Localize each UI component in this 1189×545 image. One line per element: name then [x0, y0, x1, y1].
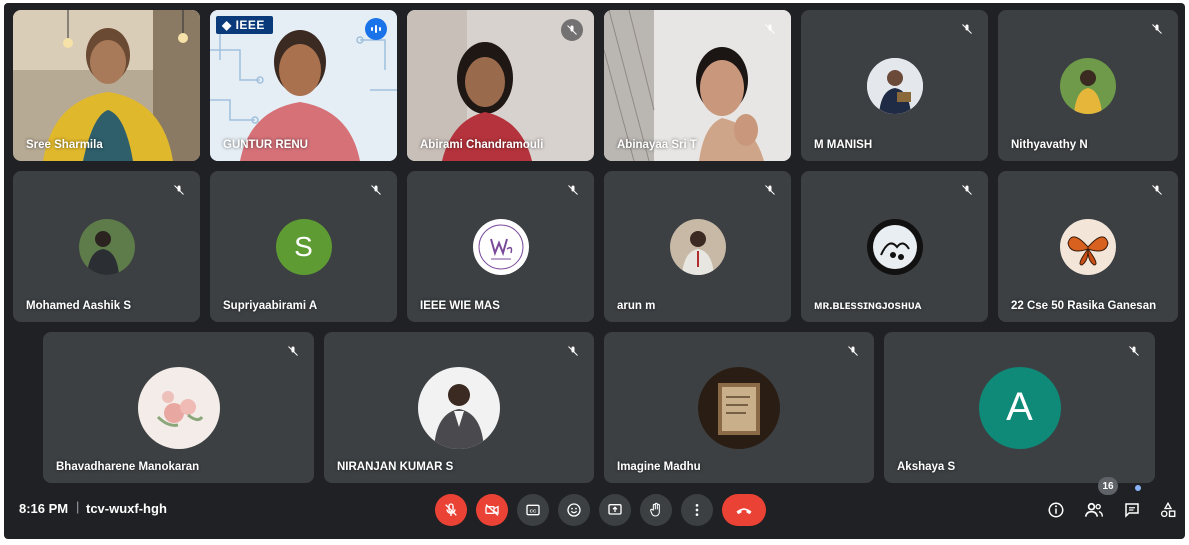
captions-icon: CC	[526, 504, 540, 516]
mic-muted-icon	[561, 19, 583, 41]
mic-muted-icon	[760, 180, 780, 200]
mic-muted-icon	[843, 341, 863, 361]
participant-tile[interactable]: 22 Cse 50 Rasika Ganesan	[998, 171, 1178, 322]
info-icon	[1048, 502, 1064, 518]
more-options-button[interactable]	[681, 494, 713, 526]
chat-button[interactable]	[1120, 498, 1144, 522]
mic-muted-icon	[283, 341, 303, 361]
participant-tile[interactable]: arun m	[604, 171, 791, 322]
profile-photo-avatar	[1060, 57, 1116, 114]
meeting-time: 8:16 PM	[19, 501, 69, 516]
participant-tile[interactable]: S Supriyaabirami A	[210, 171, 397, 322]
mic-muted-icon	[760, 19, 780, 39]
mic-muted-icon	[957, 19, 977, 39]
wie-logo-avatar	[472, 218, 529, 275]
initial-avatar: S	[275, 218, 332, 275]
participant-tile[interactable]: Mohamed Aashik S	[13, 171, 200, 322]
participant-name: Abirami Chandramouli	[420, 139, 544, 151]
participant-name: ᴍʀ.ʙʟᴇssɪɴɢᴊᴏsʜᴜᴀ	[814, 300, 922, 312]
meet-window: Sree Sharmila ◆ IEEE GUNTUR RENU Abirami…	[4, 3, 1185, 539]
profile-photo-avatar	[669, 218, 726, 275]
profile-photo-avatar	[866, 218, 923, 275]
participant-name: Nithyavathy N	[1011, 139, 1088, 151]
speaking-indicator-icon	[365, 18, 387, 40]
svg-text:CC: CC	[530, 508, 537, 513]
mic-muted-icon	[169, 180, 189, 200]
more-vert-icon	[695, 504, 699, 516]
participant-tile[interactable]: Bhavadharene Manokaran	[43, 332, 314, 483]
mic-off-icon	[445, 503, 457, 516]
present-screen-icon	[608, 504, 622, 515]
chat-icon	[1125, 503, 1139, 518]
chat-notification-dot	[1135, 485, 1141, 491]
initial-avatar: A	[978, 366, 1061, 449]
participant-name: arun m	[617, 300, 656, 312]
participant-tile[interactable]: A Akshaya S	[884, 332, 1155, 483]
participant-name: Abinayaa Sri T	[617, 139, 697, 151]
people-icon	[1084, 502, 1103, 517]
participant-tile-active-speaker[interactable]: ◆ IEEE GUNTUR RENU	[210, 10, 397, 161]
raise-hand-button[interactable]	[640, 494, 672, 526]
people-button[interactable]	[1082, 498, 1106, 522]
mic-toggle-button[interactable]	[435, 494, 467, 526]
hang-up-icon	[736, 508, 752, 515]
ieee-badge: ◆ IEEE	[216, 16, 273, 34]
captions-button[interactable]: CC	[517, 494, 549, 526]
participant-name: Akshaya S	[897, 461, 956, 473]
camera-toggle-button[interactable]	[476, 494, 508, 526]
participant-tile[interactable]: Sree Sharmila	[13, 10, 200, 161]
participant-name: Supriyaabirami A	[223, 300, 318, 312]
leave-call-button[interactable]	[722, 494, 766, 526]
mic-muted-icon	[563, 341, 583, 361]
camera-off-icon	[485, 504, 499, 516]
butterfly-avatar	[1060, 218, 1116, 275]
book-avatar	[698, 366, 780, 449]
hand-icon	[650, 502, 660, 517]
participant-tile[interactable]: NIRANJAN KUMAR S	[324, 332, 594, 483]
participant-name: NIRANJAN KUMAR S	[337, 461, 454, 473]
participant-name: GUNTUR RENU	[223, 139, 308, 151]
participant-name: Sree Sharmila	[26, 139, 103, 151]
profile-photo-avatar	[866, 57, 923, 114]
activities-button[interactable]	[1156, 498, 1180, 522]
profile-photo-avatar	[78, 218, 135, 275]
participant-name: Bhavadharene Manokaran	[56, 461, 200, 473]
mic-muted-icon	[957, 180, 977, 200]
floral-avatar	[137, 366, 220, 449]
participant-name: Imagine Madhu	[617, 461, 701, 473]
participant-count-badge: 16	[1098, 477, 1118, 495]
present-button[interactable]	[599, 494, 631, 526]
participant-name: Mohamed Aashik S	[26, 300, 132, 312]
mic-muted-icon	[1147, 180, 1167, 200]
participant-tile[interactable]: Abinayaa Sri T	[604, 10, 791, 161]
reactions-button[interactable]	[558, 494, 590, 526]
meeting-code: tcv-wuxf-hgh	[86, 501, 167, 516]
mic-muted-icon	[366, 180, 386, 200]
meeting-details-button[interactable]	[1044, 498, 1068, 522]
participant-tile[interactable]: IEEE WIE MAS	[407, 171, 594, 322]
participant-tile[interactable]: Abirami Chandramouli	[407, 10, 594, 161]
participant-tile[interactable]: Imagine Madhu	[604, 332, 874, 483]
mic-muted-icon	[563, 180, 583, 200]
activities-icon	[1160, 501, 1176, 518]
mic-muted-icon	[1147, 19, 1167, 39]
divider: |	[76, 499, 80, 514]
profile-photo-avatar	[418, 366, 500, 449]
participant-tile[interactable]: ᴍʀ.ʙʟᴇssɪɴɢᴊᴏsʜᴜᴀ	[801, 171, 988, 322]
bottom-control-bar: 8:16 PM | tcv-wuxf-hgh CC 16	[4, 477, 1185, 539]
participant-name: M MANISH	[814, 139, 873, 151]
mic-muted-icon	[1124, 341, 1144, 361]
participant-tile[interactable]: Nithyavathy N	[998, 10, 1178, 161]
participant-tile[interactable]: M MANISH	[801, 10, 988, 161]
participant-name: IEEE WIE MAS	[420, 300, 500, 312]
emoji-icon	[567, 503, 581, 517]
participant-name: 22 Cse 50 Rasika Ganesan	[1011, 300, 1157, 312]
